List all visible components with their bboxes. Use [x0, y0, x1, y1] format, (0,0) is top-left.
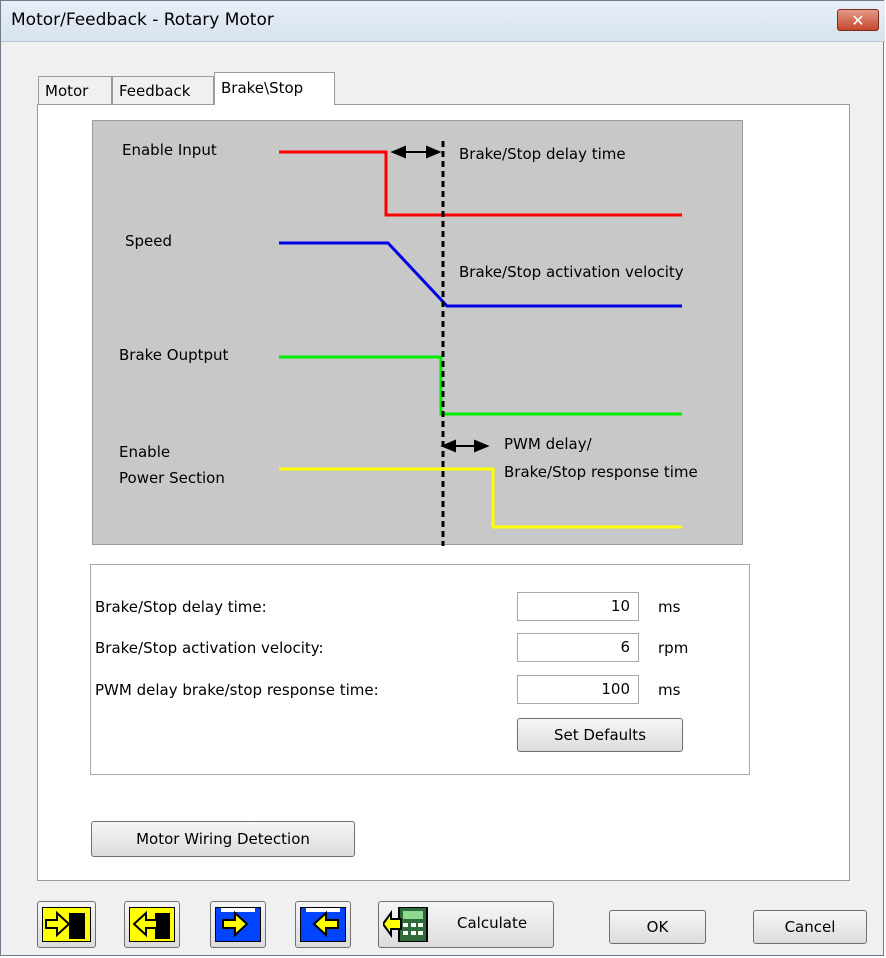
close-icon: ✕ — [851, 11, 865, 30]
pwm-delay-arrow — [440, 439, 490, 453]
cancel-label: Cancel — [784, 918, 836, 936]
label-enable-power-line1: Enable — [119, 443, 171, 461]
upload-to-drive-button[interactable] — [210, 901, 266, 948]
label-activation-velocity: Brake/Stop activation velocity — [459, 263, 684, 281]
import-icon — [42, 907, 91, 942]
title-bar[interactable]: Motor/Feedback - Rotary Motor ✕ — [1, 1, 885, 42]
delay-time-arrow — [390, 145, 442, 159]
tab-feedback[interactable]: Feedback — [112, 76, 214, 105]
activation-velocity-input[interactable]: 6 — [517, 633, 639, 662]
set-defaults-button[interactable]: Set Defaults — [517, 718, 683, 752]
close-button[interactable]: ✕ — [837, 9, 879, 31]
motor-wiring-detection-label: Motor Wiring Detection — [136, 830, 310, 848]
calculate-button[interactable]: Calculate — [378, 901, 554, 948]
delay-time-unit: ms — [658, 598, 681, 616]
pwm-delay-unit: ms — [658, 681, 681, 699]
label-enable-input: Enable Input — [122, 141, 217, 159]
calculate-label: Calculate — [457, 914, 528, 932]
dialog-window: Motor/Feedback - Rotary Motor ✕ Motor Fe… — [0, 0, 885, 956]
pwm-delay-label: PWM delay brake/stop response time: — [95, 681, 379, 699]
ok-label: OK — [646, 918, 669, 936]
brake-parameters-group: Brake/Stop delay time: 10 ms Brake/Stop … — [90, 564, 750, 775]
label-brake-output: Brake Ouptput — [119, 346, 229, 364]
delay-time-input[interactable]: 10 — [517, 592, 639, 621]
tab-motor-label: Motor — [45, 82, 89, 100]
tab-brake-stop-label: Brake\Stop — [221, 79, 304, 97]
import-button[interactable] — [37, 901, 96, 948]
download-from-drive-button[interactable] — [295, 901, 351, 948]
label-speed: Speed — [125, 232, 173, 250]
window-title: Motor/Feedback - Rotary Motor — [11, 10, 274, 30]
timing-diagram: Enable Input Speed Brake Ouptput Enable … — [92, 120, 743, 546]
label-pwm-delay-line2: Brake/Stop response time — [504, 463, 698, 481]
cancel-button[interactable]: Cancel — [753, 910, 867, 944]
activation-velocity-unit: rpm — [658, 639, 689, 657]
pwm-delay-input[interactable]: 100 — [517, 675, 639, 704]
ok-button[interactable]: OK — [609, 910, 706, 944]
brake-output-signal — [279, 355, 682, 416]
tab-brake-stop[interactable]: Brake\Stop — [214, 72, 335, 105]
label-enable-power-line2: Power Section — [119, 469, 225, 487]
tab-motor[interactable]: Motor — [38, 76, 112, 105]
upload-to-drive-icon — [215, 907, 261, 942]
label-pwm-delay-line1: PWM delay/ — [504, 435, 592, 453]
delay-time-label: Brake/Stop delay time: — [95, 598, 267, 616]
motor-wiring-detection-button[interactable]: Motor Wiring Detection — [91, 821, 355, 857]
tab-feedback-label: Feedback — [119, 82, 191, 100]
set-defaults-label: Set Defaults — [553, 726, 647, 744]
brake-stop-panel: Enable Input Speed Brake Ouptput Enable … — [37, 104, 850, 881]
activation-velocity-label: Brake/Stop activation velocity: — [95, 639, 324, 657]
export-button[interactable] — [124, 901, 180, 948]
export-icon — [129, 907, 175, 942]
calculator-icon — [383, 907, 428, 942]
download-from-drive-icon — [300, 907, 346, 942]
label-delay-time: Brake/Stop delay time — [459, 145, 626, 163]
